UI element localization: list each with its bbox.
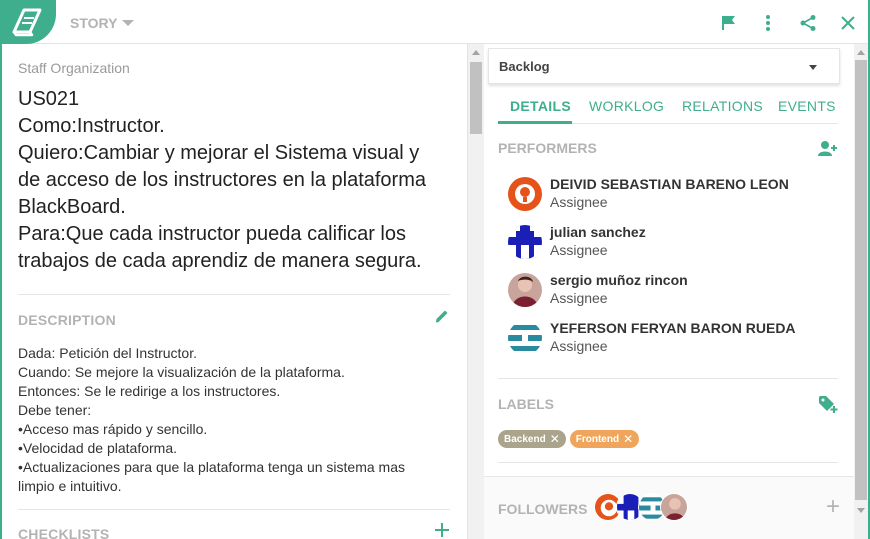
follower-avatar[interactable] <box>660 493 688 521</box>
title-line: Para:Que cada instructor pueda calificar… <box>18 223 406 245</box>
add-performer-icon[interactable] <box>818 140 838 163</box>
performer-role: Assignee <box>550 290 608 306</box>
title-line: Quiero:Cambiar y mejorar el Sistema visu… <box>18 142 420 164</box>
story-details-panel: Backlog DETAILS WORKLOG RELATIONS EVENTS… <box>484 44 854 539</box>
performer-name: julian sanchez <box>550 224 646 240</box>
label-text: Backend <box>504 433 546 445</box>
performer-name: sergio muñoz rincon <box>550 272 688 288</box>
description-line: Cuando: Se mejore la visualización de la… <box>18 364 345 380</box>
flag-icon[interactable] <box>718 12 740 34</box>
remove-label-icon[interactable]: ✕ <box>550 432 560 446</box>
story-type-badge <box>0 0 56 44</box>
story-title[interactable]: US021 Como:Instructor. Quiero:Cambiar y … <box>18 86 448 275</box>
status-dropdown[interactable]: Backlog <box>488 48 840 84</box>
labels-heading: LABELS <box>498 396 554 412</box>
add-follower-icon[interactable]: + <box>826 495 840 519</box>
description-line: Dada: Petición del Instructor. <box>18 345 197 361</box>
performer-name: YEFERSON FERYAN BARON RUEDA <box>550 320 796 336</box>
description-line: •Actualizaciones para que la plataforma … <box>18 459 406 475</box>
tab-events[interactable]: EVENTS <box>778 98 836 114</box>
title-line: trabajos de cada aprendiz de manera segu… <box>18 250 422 272</box>
performer-item[interactable]: julian sanchez Assignee <box>508 222 828 262</box>
title-line: US021 <box>18 88 80 110</box>
scroll-down-arrow-icon[interactable] <box>857 508 865 513</box>
label-chip-backend[interactable]: Backend ✕ <box>498 430 566 448</box>
left-scrollbar[interactable] <box>468 44 484 539</box>
description-line: Entonces: Se le redirige a los instructo… <box>18 383 281 399</box>
divider <box>498 378 838 379</box>
share-icon[interactable] <box>797 12 819 34</box>
caret-down-icon <box>809 65 817 70</box>
title-line: de acceso de los instructores en la plat… <box>18 169 426 191</box>
tab-details[interactable]: DETAILS <box>510 98 571 114</box>
title-line: BlackBoard. <box>18 196 126 218</box>
status-value: Backlog <box>499 59 550 74</box>
breadcrumb[interactable]: Staff Organization <box>18 60 130 76</box>
active-tab-indicator <box>498 121 572 124</box>
avatar <box>508 177 542 211</box>
description-line: Debe tener: <box>18 402 92 418</box>
label-list: Backend ✕ Frontend ✕ <box>498 430 640 448</box>
story-main-panel: Staff Organization US021 Como:Instructor… <box>2 44 468 539</box>
description-line: limpio e intuitivo. <box>18 478 122 494</box>
description-heading: DESCRIPTION <box>18 312 116 328</box>
avatar <box>508 321 542 355</box>
more-vertical-icon[interactable] <box>757 12 779 34</box>
book-icon <box>12 8 42 37</box>
divider <box>18 509 450 510</box>
tab-worklog[interactable]: WORKLOG <box>589 98 664 114</box>
performer-item[interactable]: YEFERSON FERYAN BARON RUEDA Assignee <box>508 318 828 358</box>
tab-relations[interactable]: RELATIONS <box>682 98 763 114</box>
story-header: STORY <box>0 0 870 44</box>
followers-section: FOLLOWERS + <box>484 476 854 539</box>
checklists-heading: CHECKLISTS <box>18 526 110 539</box>
right-scrollbar[interactable] <box>854 44 868 539</box>
add-label-icon[interactable] <box>818 394 838 419</box>
avatar <box>508 273 542 307</box>
label-chip-frontend[interactable]: Frontend ✕ <box>569 430 640 448</box>
divider <box>498 462 838 463</box>
details-tabs: DETAILS WORKLOG RELATIONS EVENTS <box>498 94 838 124</box>
remove-label-icon[interactable]: ✕ <box>623 432 633 446</box>
description-line: •Velocidad de plataforma. <box>18 440 178 456</box>
scroll-up-arrow-icon[interactable] <box>857 50 865 55</box>
caret-down-icon <box>122 20 135 26</box>
story-type-dropdown[interactable]: STORY <box>70 15 135 31</box>
performer-name: DEIVID SEBASTIAN BARENO LEON <box>550 176 789 192</box>
performer-role: Assignee <box>550 338 608 354</box>
title-line: Como:Instructor. <box>18 115 165 137</box>
close-icon[interactable] <box>837 12 859 34</box>
scroll-up-arrow-icon[interactable] <box>472 50 480 55</box>
description-text[interactable]: Dada: Petición del Instructor. Cuando: S… <box>18 344 448 496</box>
divider <box>18 294 450 295</box>
add-checklist-icon[interactable] <box>434 522 450 539</box>
avatar <box>508 225 542 259</box>
performers-heading: PERFORMERS <box>498 140 597 156</box>
performer-item[interactable]: sergio muñoz rincon Assignee <box>508 270 828 310</box>
scrollbar-thumb[interactable] <box>470 62 482 134</box>
performer-role: Assignee <box>550 242 608 258</box>
followers-heading: FOLLOWERS <box>498 501 588 517</box>
label-text: Frontend <box>575 433 620 445</box>
edit-pencil-icon[interactable] <box>434 308 450 329</box>
scrollbar-thumb[interactable] <box>855 60 867 500</box>
performer-role: Assignee <box>550 194 608 210</box>
story-type-label: STORY <box>70 15 118 31</box>
performer-item[interactable]: DEIVID SEBASTIAN BARENO LEON Assignee <box>508 174 828 214</box>
description-line: •Acceso mas rápido y sencillo. <box>18 421 208 437</box>
